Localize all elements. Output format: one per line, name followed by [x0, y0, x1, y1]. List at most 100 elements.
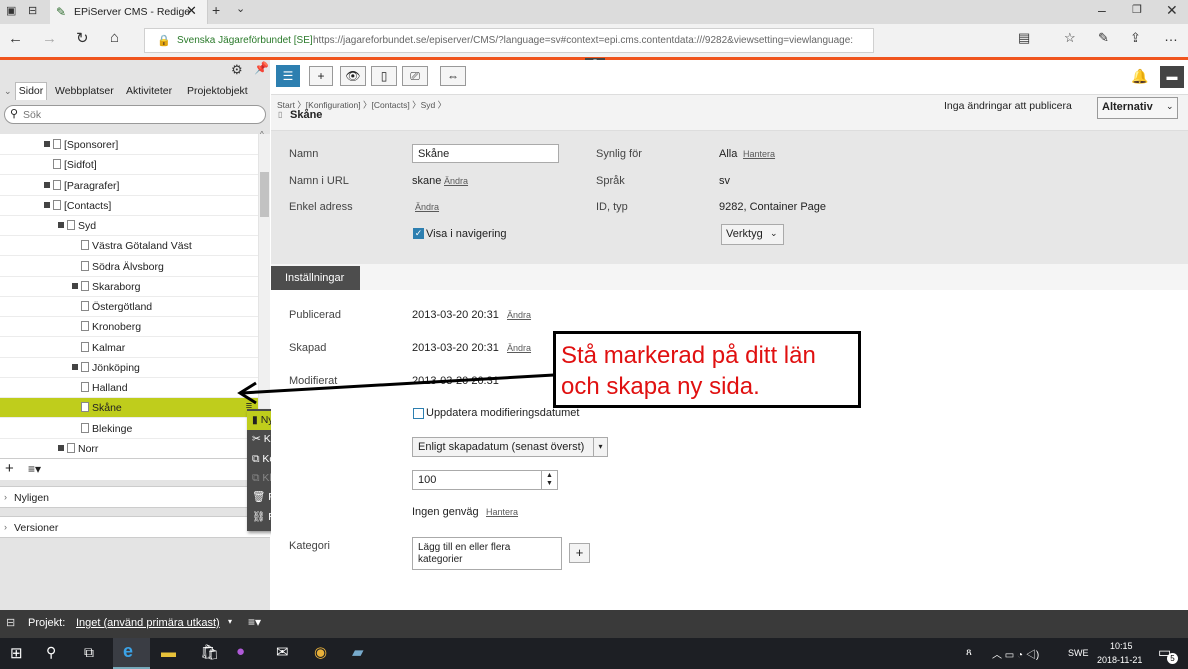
close-tab-icon[interactable]: ✕ — [186, 3, 197, 19]
toggle-view-icon[interactable]: ⇔ — [440, 66, 466, 86]
search-icon[interactable]: ⚲ — [46, 644, 56, 661]
assets-panel-button[interactable]: ▬ — [1160, 66, 1184, 88]
tab-sidor[interactable]: Sidor — [15, 82, 47, 100]
task-view-icon[interactable]: ⧉ — [84, 644, 94, 661]
add-button[interactable]: + — [309, 66, 333, 86]
tools-dropdown[interactable]: Verktyg ⌄ — [721, 224, 784, 245]
notes-icon[interactable]: ✎ — [1098, 30, 1109, 46]
app-icon[interactable]: ● — [236, 643, 245, 660]
expand-toggle-icon[interactable] — [72, 282, 78, 289]
tree-item[interactable]: Västra Götaland Väst — [0, 236, 258, 257]
expand-toggle-icon[interactable] — [44, 141, 50, 147]
new-tab-icon[interactable]: + — [212, 2, 220, 18]
refresh-icon[interactable]: ↻ — [76, 29, 89, 47]
manage-access-link[interactable]: Hantera — [743, 149, 775, 159]
collapse-chevron-icon[interactable]: ⌄ — [4, 86, 12, 97]
tree-item[interactable]: [Sponsorer] — [0, 135, 258, 155]
sort-order-select[interactable]: Enligt skapadatum (senast överst) ▾ — [412, 437, 608, 457]
tab-webbplatser[interactable]: Webbplatser — [55, 85, 114, 97]
expand-toggle-icon[interactable] — [44, 181, 50, 188]
maximize-icon[interactable]: ❐ — [1132, 3, 1142, 16]
notification-bell-icon[interactable]: 🔔 — [1131, 68, 1148, 85]
change-created-link[interactable]: Ändra — [507, 343, 531, 353]
tree-item[interactable]: Halland — [0, 378, 258, 398]
tab-projektobjekt[interactable]: Projektobjekt — [187, 85, 248, 97]
preview-icon[interactable]: 👁 — [340, 66, 366, 86]
minimize-icon[interactable]: – — [1098, 2, 1106, 18]
tree-item[interactable]: Skaraborg — [0, 277, 258, 297]
tree-item[interactable]: Södra Älvsborg — [0, 257, 258, 277]
category-field[interactable]: Lägg till en eller flera kategorier — [412, 537, 562, 570]
project-menu-icon[interactable]: ≡▾ — [248, 615, 261, 629]
expand-toggle-icon[interactable] — [72, 363, 78, 370]
pin-icon[interactable]: 📌 — [254, 61, 269, 75]
chrome-icon[interactable]: ◉ — [314, 643, 327, 661]
tree-options-icon[interactable]: ≡▾ — [28, 462, 41, 476]
expand-toggle-icon[interactable] — [58, 222, 64, 228]
url-field[interactable]: 🔒 Svenska Jägareförbundet [SE] https://j… — [144, 28, 874, 53]
add-category-button[interactable]: + — [569, 543, 590, 563]
notes-app-icon[interactable]: ▰ — [352, 643, 364, 661]
file-explorer-icon[interactable]: ▬ — [161, 644, 176, 661]
options-button[interactable]: Alternativ ⌄ — [1097, 97, 1178, 119]
browser-tab[interactable]: ✎ EPiServer CMS - Redige ✕ — [50, 0, 208, 24]
search-input[interactable] — [23, 107, 253, 122]
tree-item[interactable]: Jönköping — [0, 358, 258, 378]
back-icon[interactable]: ← — [8, 30, 23, 47]
people-icon[interactable]: ጸ — [966, 647, 972, 658]
more-icon[interactable]: … — [1164, 28, 1178, 44]
home-icon[interactable]: ⌂ — [110, 29, 119, 46]
edge-taskbar-button[interactable]: e — [113, 638, 150, 669]
device-preview-icon[interactable]: ▯ — [371, 66, 397, 86]
expand-toggle-icon[interactable] — [44, 201, 50, 208]
chevron-down-icon[interactable]: ▾ — [228, 617, 232, 626]
compare-icon[interactable]: ⎚ — [402, 66, 428, 86]
clock-date[interactable]: 2018-11-21 — [1097, 655, 1142, 665]
tree-item[interactable]: [Paragrafer] — [0, 176, 258, 196]
change-address-link[interactable]: Ändra — [415, 202, 439, 212]
clock-time[interactable]: 10:15 — [1110, 641, 1133, 651]
tree-item[interactable]: Blekinge — [0, 419, 258, 439]
tree-item[interactable]: Skåne — [0, 398, 258, 419]
recent-section[interactable]: › Nyligen — [0, 486, 270, 508]
store-icon[interactable]: 🛍 — [200, 643, 219, 661]
tree-item[interactable]: Syd — [0, 216, 258, 236]
change-published-link[interactable]: Ändra — [507, 310, 531, 320]
tab-aktiviteter[interactable]: Aktiviteter — [126, 85, 172, 97]
sort-index-field[interactable]: 100 ▲ ▼ — [412, 470, 558, 490]
add-icon[interactable]: + — [5, 460, 14, 477]
window-close-icon[interactable]: ✕ — [1166, 2, 1178, 19]
visible-in-nav-checkbox[interactable]: ✓ — [413, 228, 424, 239]
window-icon[interactable]: ▣ — [6, 4, 16, 17]
tree-toggle-button[interactable]: ☰ — [276, 65, 300, 87]
forward-icon[interactable]: → — [42, 30, 57, 47]
expand-toggle-icon[interactable] — [58, 444, 64, 451]
mail-icon[interactable]: ✉ — [276, 643, 289, 661]
tree-item[interactable]: Norr — [0, 439, 258, 459]
reading-view-icon[interactable]: ▤ — [1018, 30, 1030, 46]
gear-icon[interactable]: ⚙ — [231, 62, 243, 78]
share-icon[interactable]: ⇪ — [1130, 30, 1141, 46]
tab-preview-icon[interactable]: ⊟ — [28, 4, 37, 17]
favorites-icon[interactable]: ☆ — [1064, 30, 1076, 46]
manage-shortcut-link[interactable]: Hantera — [486, 507, 518, 517]
tree-item[interactable]: Kalmar — [0, 338, 258, 358]
tab-settings[interactable]: Inställningar — [271, 266, 360, 290]
update-modified-checkbox[interactable] — [413, 408, 424, 419]
name-field[interactable]: Skåne — [412, 144, 559, 163]
tree-item[interactable]: [Sidfot] — [0, 155, 258, 176]
change-url-link[interactable]: Ändra — [444, 176, 468, 186]
versions-section[interactable]: › Versioner — [0, 516, 270, 538]
tree-scrollbar-thumb[interactable] — [260, 172, 269, 217]
tree-item[interactable]: [Contacts] — [0, 196, 258, 216]
input-language[interactable]: SWE — [1068, 648, 1089, 658]
windows-start-icon[interactable]: ⊞ — [10, 644, 23, 662]
tab-list-icon[interactable]: ⌄ — [236, 2, 245, 15]
stepper-icon[interactable]: ▲ ▼ — [541, 471, 557, 489]
project-selector[interactable]: Inget (använd primära utkast) — [76, 617, 220, 629]
tree-item[interactable]: Kronoberg — [0, 317, 258, 338]
scroll-up-icon[interactable]: ^ — [260, 130, 264, 139]
system-tray-icons[interactable]: ︿ ▭ ◔ ◁) — [992, 646, 1039, 661]
tree-item[interactable]: Östergötland — [0, 297, 258, 317]
tree-search[interactable]: ⚲ — [4, 105, 266, 124]
